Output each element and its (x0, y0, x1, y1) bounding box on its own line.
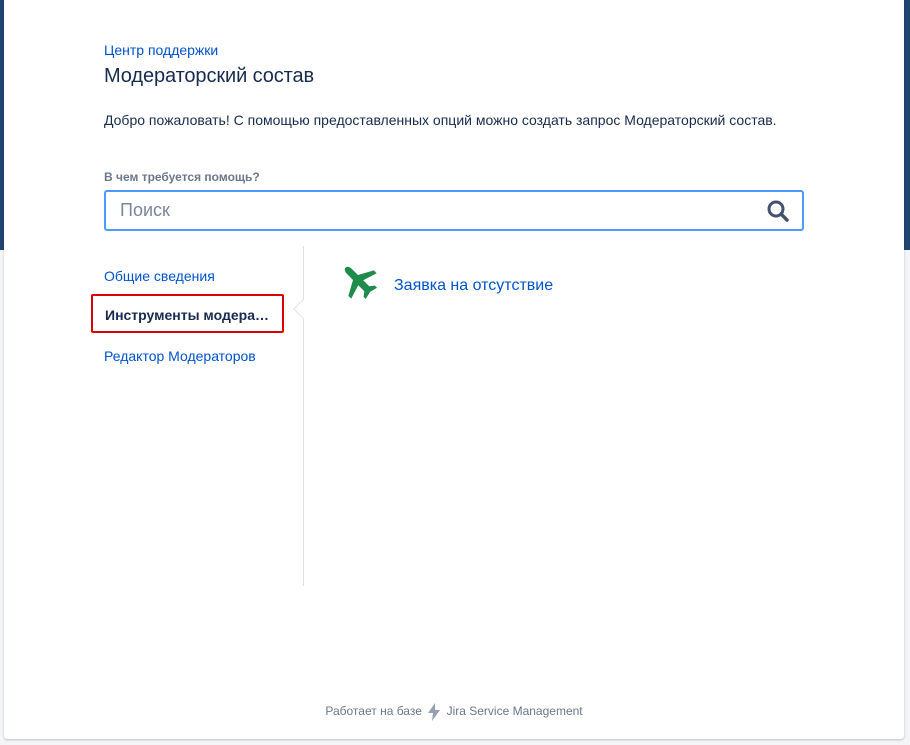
welcome-message: Добро пожаловать! С помощью предоставлен… (104, 112, 777, 128)
request-type-label: Заявка на отсутствие (394, 277, 554, 294)
search-icon[interactable] (766, 199, 790, 223)
search-box[interactable] (104, 190, 804, 231)
portal-card: Центр поддержки Модераторский состав Доб… (4, 0, 904, 739)
powered-by-text: Работает на базе (325, 704, 422, 719)
active-pointer (293, 299, 313, 319)
sidebar-item-general[interactable]: Общие сведения (104, 268, 215, 284)
request-group-nav: Общие сведения Инструменты модераторов Р… (90, 246, 313, 586)
sidebar-item-moderator-editor[interactable]: Редактор Модераторов (104, 348, 256, 364)
search-label: В чем требуется помощь? (104, 170, 260, 184)
breadcrumb-help-center[interactable]: Центр поддержки (104, 42, 218, 58)
sidebar-item-moderator-tools[interactable]: Инструменты модераторов (91, 294, 284, 333)
footer: Работает на базе Jira Service Management (4, 703, 904, 721)
lightning-bolt-icon (428, 703, 441, 721)
search-input[interactable] (120, 196, 740, 225)
product-link[interactable]: Jira Service Management (447, 704, 583, 718)
page-title: Модераторский состав (104, 65, 315, 87)
sidebar-item-label: Инструменты модераторов (105, 307, 275, 323)
airplane-icon (344, 266, 378, 300)
